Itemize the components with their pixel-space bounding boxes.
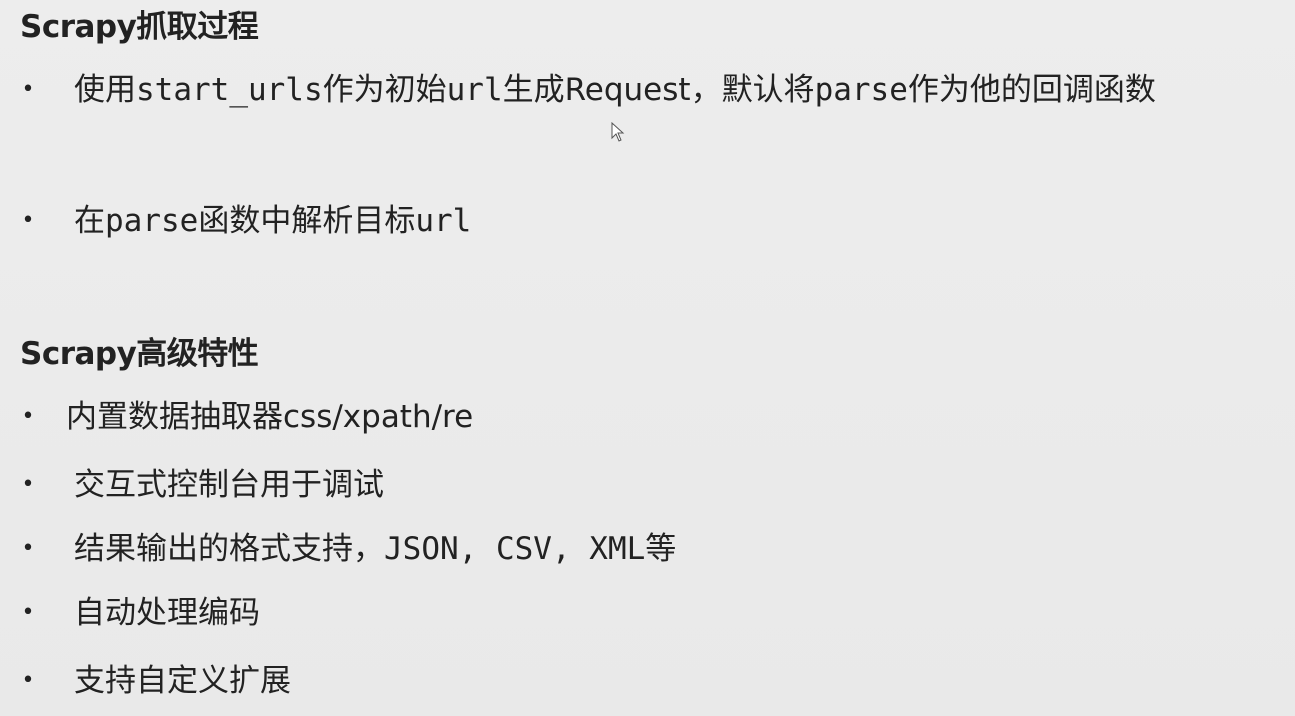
list-item: • 使用start_urls作为初始url生成Request，默认将parse作… [0, 58, 1295, 186]
list-item: • 支持自定义扩展 [0, 649, 1295, 713]
section-title-crawl-process: Scrapy抓取过程 [20, 9, 259, 45]
list-item-text: 内置数据抽取器css/xpath/re [66, 399, 474, 435]
list-item-text: 结果输出的格式支持，JSON, CSV, XML等 [74, 531, 677, 567]
list-item-text: 自动处理编码 [74, 595, 260, 631]
section-title-advanced-features: Scrapy高级特性 [20, 336, 259, 372]
list-item-text: 交互式控制台用于调试 [74, 467, 384, 503]
list-item-text: 支持自定义扩展 [74, 663, 291, 699]
bullet-icon: • [21, 77, 35, 102]
list-item: • 内置数据抽取器css/xpath/re [0, 385, 1295, 449]
bullet-icon: • [21, 208, 35, 233]
mouse-pointer-icon [611, 122, 625, 142]
bullet-icon: • [21, 536, 35, 561]
bullet-icon: • [21, 404, 35, 429]
list-item: • 在parse函数中解析目标url [0, 189, 1295, 253]
bullet-icon: • [21, 600, 35, 625]
slide: Scrapy抓取过程 • 使用start_urls作为初始url生成Reques… [0, 0, 1295, 716]
bullet-icon: • [21, 668, 35, 693]
list-item: • 交互式控制台用于调试 [0, 453, 1295, 517]
list-item: • 结果输出的格式支持，JSON, CSV, XML等 [0, 517, 1295, 581]
list-item-text: 使用start_urls作为初始url生成Request，默认将parse作为他… [74, 72, 1156, 108]
list-item: • 自动处理编码 [0, 581, 1295, 645]
bullet-icon: • [21, 472, 35, 497]
list-item-text: 在parse函数中解析目标url [74, 203, 472, 239]
